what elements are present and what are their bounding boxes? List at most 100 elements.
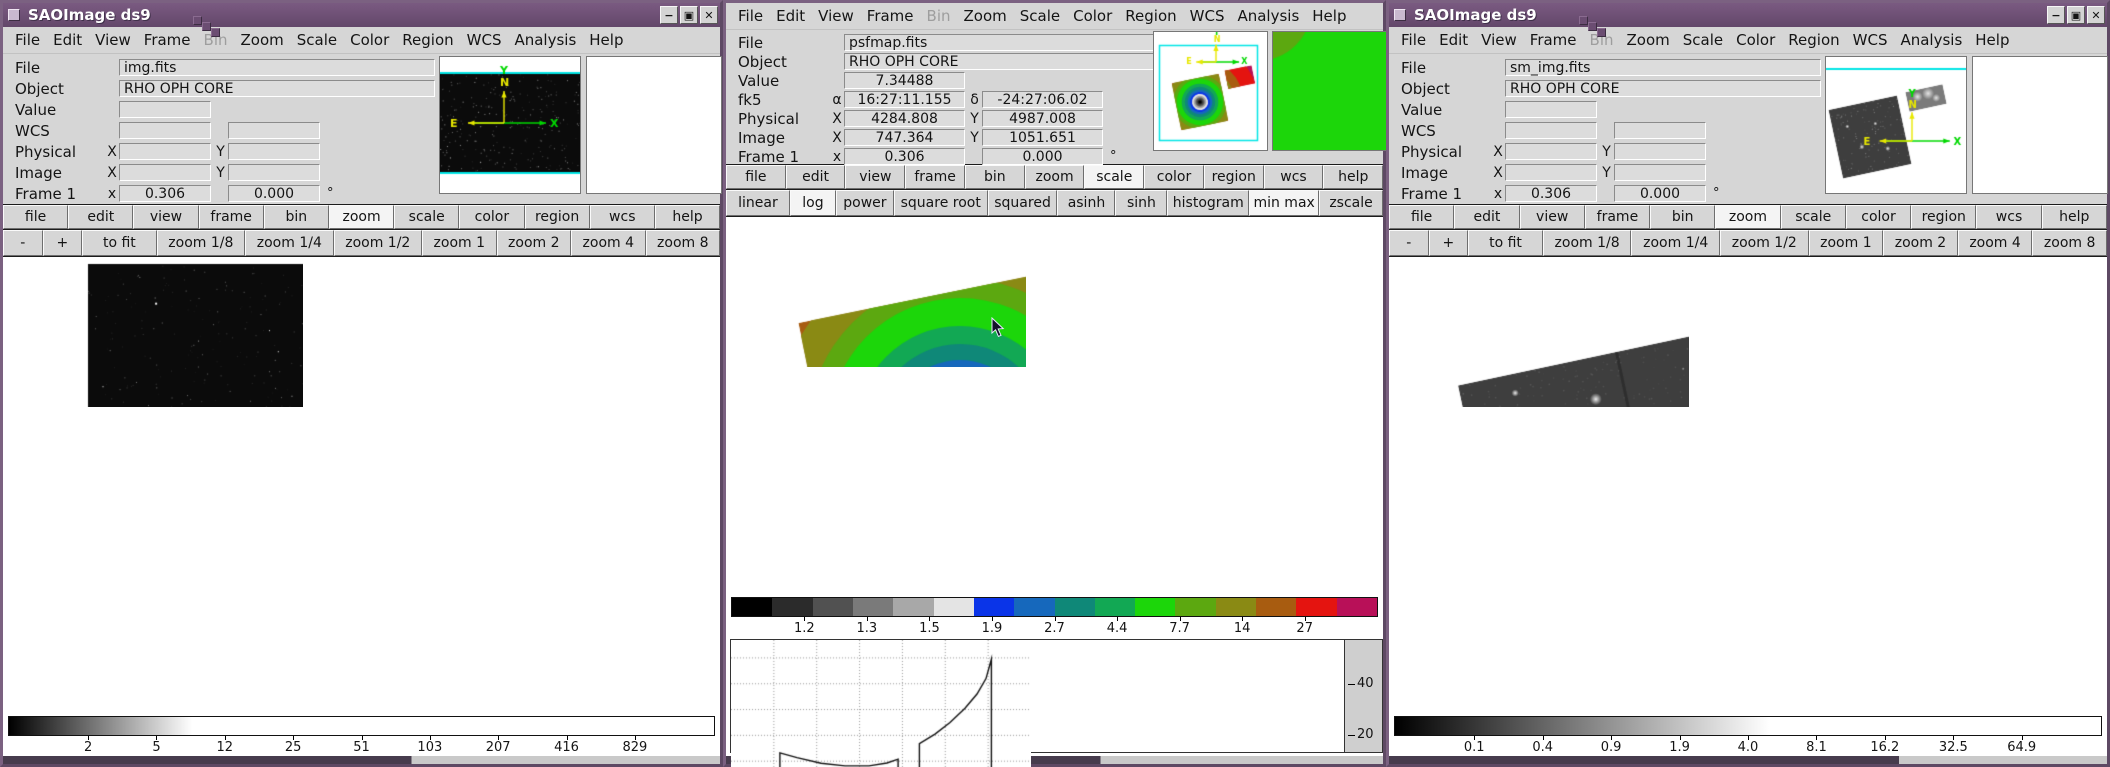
menu-file[interactable]: File: [738, 7, 763, 25]
button-[interactable]: +: [1429, 230, 1469, 256]
menu-view[interactable]: View: [818, 7, 854, 25]
physical-x-field[interactable]: [1505, 143, 1597, 160]
button-zoom[interactable]: zoom: [1715, 205, 1780, 229]
button-zoom-1-4[interactable]: zoom 1/4: [1631, 230, 1720, 256]
button-zoom-8[interactable]: zoom 8: [2032, 230, 2107, 256]
panner-view[interactable]: [587, 57, 721, 193]
button-sinh[interactable]: sinh: [1115, 190, 1167, 216]
button-help[interactable]: help: [1323, 165, 1383, 189]
button-help[interactable]: help: [655, 205, 720, 229]
button-zoom[interactable]: zoom: [1025, 165, 1085, 189]
window-menu-icon[interactable]: [8, 9, 20, 21]
button-min-max[interactable]: min max: [1249, 190, 1319, 216]
value-field[interactable]: 7.34488: [844, 72, 965, 89]
image-y-field[interactable]: [228, 164, 320, 181]
magnifier-view[interactable]: [1826, 57, 1966, 193]
button-help[interactable]: help: [2042, 205, 2107, 229]
button-to-fit[interactable]: to fit: [1468, 230, 1543, 256]
image-x-field[interactable]: 747.364: [844, 129, 965, 146]
file-field[interactable]: img.fits: [119, 59, 435, 76]
button-scale[interactable]: scale: [1084, 165, 1144, 189]
physical-x-field[interactable]: [119, 143, 211, 160]
menu-color[interactable]: Color: [350, 31, 389, 49]
titlebar[interactable]: SAOImage ds9 − ▣ ✕: [1389, 3, 2107, 27]
button-scale[interactable]: scale: [1781, 205, 1846, 229]
wcs-ra-field[interactable]: [1505, 122, 1597, 139]
close-button[interactable]: ✕: [2087, 6, 2105, 24]
menu-edit[interactable]: Edit: [53, 31, 82, 49]
object-field[interactable]: RHO OPH CORE: [844, 53, 1156, 70]
window-menu-icon[interactable]: [1394, 9, 1406, 21]
menu-bin[interactable]: Bin: [927, 7, 951, 25]
button-zoom-4[interactable]: zoom 4: [571, 230, 646, 256]
button-log[interactable]: log: [790, 190, 836, 216]
button-linear[interactable]: linear: [726, 190, 790, 216]
button-bin[interactable]: bin: [264, 205, 329, 229]
object-field[interactable]: RHO OPH CORE: [1505, 80, 1821, 97]
fits-image[interactable]: [1389, 257, 1689, 407]
frame-angle-field[interactable]: 0.000: [982, 148, 1103, 165]
button-edit[interactable]: edit: [786, 165, 846, 189]
menu-file[interactable]: File: [15, 31, 40, 49]
object-field[interactable]: RHO OPH CORE: [119, 80, 435, 97]
colorbar[interactable]: [1394, 716, 2102, 736]
button-bin[interactable]: bin: [1650, 205, 1715, 229]
button-zscale[interactable]: zscale: [1319, 190, 1383, 216]
wcs-ra-field[interactable]: [119, 122, 211, 139]
button-edit[interactable]: edit: [1454, 205, 1519, 229]
button-to-fit[interactable]: to fit: [82, 230, 157, 256]
colorbar[interactable]: [8, 716, 715, 736]
button-region[interactable]: region: [1911, 205, 1976, 229]
menu-scale[interactable]: Scale: [1683, 31, 1723, 49]
wcs-ra-field[interactable]: 16:27:11.155: [844, 91, 965, 108]
menu-analysis[interactable]: Analysis: [514, 31, 576, 49]
button-bin[interactable]: bin: [965, 165, 1025, 189]
maximize-button[interactable]: ▣: [680, 6, 698, 24]
button-region[interactable]: region: [525, 205, 590, 229]
colorbar[interactable]: [731, 597, 1378, 617]
frame-angle-field[interactable]: 0.000: [228, 185, 320, 202]
button-[interactable]: -: [1389, 230, 1429, 256]
wcs-dec-field[interactable]: [1614, 122, 1706, 139]
button-file[interactable]: file: [3, 205, 68, 229]
menu-zoom[interactable]: Zoom: [964, 7, 1007, 25]
button-zoom-8[interactable]: zoom 8: [646, 230, 721, 256]
menu-region[interactable]: Region: [402, 31, 453, 49]
button-view[interactable]: view: [845, 165, 905, 189]
frame-zoom-field[interactable]: 0.306: [844, 148, 965, 165]
button-color[interactable]: color: [1144, 165, 1204, 189]
minimize-button[interactable]: −: [660, 6, 678, 24]
menu-frame[interactable]: Frame: [144, 31, 191, 49]
physical-y-field[interactable]: [228, 143, 320, 160]
panner-view[interactable]: [1273, 32, 1386, 150]
button-squared[interactable]: squared: [988, 190, 1058, 216]
button-frame[interactable]: frame: [199, 205, 264, 229]
image-x-field[interactable]: [119, 164, 211, 181]
button-zoom-1-2[interactable]: zoom 1/2: [1720, 230, 1809, 256]
frame-zoom-field[interactable]: 0.306: [1505, 185, 1597, 202]
button-asinh[interactable]: asinh: [1057, 190, 1115, 216]
menu-color[interactable]: Color: [1073, 7, 1112, 25]
button-view[interactable]: view: [133, 205, 198, 229]
button-wcs[interactable]: wcs: [590, 205, 655, 229]
menu-color[interactable]: Color: [1736, 31, 1775, 49]
button-frame[interactable]: frame: [905, 165, 965, 189]
image-y-field[interactable]: 1051.651: [982, 129, 1103, 146]
button-zoom-2[interactable]: zoom 2: [497, 230, 572, 256]
menu-file[interactable]: File: [1401, 31, 1426, 49]
button-zoom-1-4[interactable]: zoom 1/4: [245, 230, 333, 256]
physical-y-field[interactable]: [1614, 143, 1706, 160]
menu-view[interactable]: View: [95, 31, 131, 49]
bottom-scrollbar[interactable]: [3, 756, 720, 764]
button-wcs[interactable]: wcs: [1264, 165, 1324, 189]
button-file[interactable]: file: [726, 165, 786, 189]
menu-analysis[interactable]: Analysis: [1237, 7, 1299, 25]
menu-wcs[interactable]: WCS: [467, 31, 502, 49]
menu-frame[interactable]: Frame: [867, 7, 914, 25]
button-histogram[interactable]: histogram: [1167, 190, 1249, 216]
minimize-button[interactable]: −: [2047, 6, 2065, 24]
menu-wcs[interactable]: WCS: [1190, 7, 1225, 25]
magnifier-view[interactable]: [440, 57, 580, 193]
wcs-dec-field[interactable]: -24:27:06.02: [982, 91, 1103, 108]
menu-wcs[interactable]: WCS: [1853, 31, 1888, 49]
